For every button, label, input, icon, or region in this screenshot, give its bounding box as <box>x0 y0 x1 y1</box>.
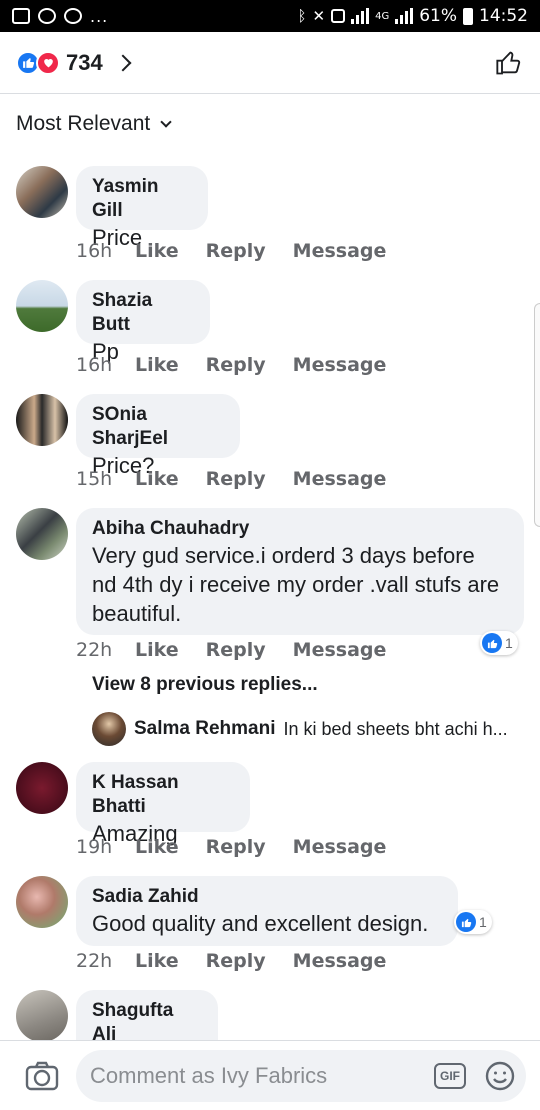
clock: 14:52 <box>479 6 528 26</box>
message-link[interactable]: Message <box>293 240 387 262</box>
gif-button[interactable]: GIF <box>434 1062 466 1089</box>
reply-text: In ki bed sheets bht achi h... <box>283 718 508 739</box>
comment-author[interactable]: Sadia Zahid <box>92 885 442 909</box>
comment-actions: 16h Like Reply Message <box>76 354 413 376</box>
like-link[interactable]: Like <box>135 950 179 972</box>
comment-reactions-badge[interactable]: 1 <box>480 631 518 655</box>
latest-reply[interactable]: Salma Rehmani In ki bed sheets bht achi … <box>92 712 522 746</box>
mute-icon: ✕ <box>312 7 326 25</box>
emoji-icon[interactable] <box>484 1060 516 1092</box>
more-notifications: ... <box>90 6 109 26</box>
message-link[interactable]: Message <box>293 639 387 661</box>
status-bar: ... ᛒ ✕ 4G 61% 14:52 <box>0 0 540 32</box>
comment-bubble[interactable]: Sadia Zahid Good quality and excellent d… <box>76 876 458 946</box>
avatar[interactable] <box>16 394 68 446</box>
comment-time: 16h <box>76 240 113 262</box>
comment-time: 22h <box>76 639 113 661</box>
comment-author[interactable]: SOnia SharjEel <box>92 403 224 451</box>
comment-bubble[interactable]: Shazia Butt Pp <box>76 280 210 364</box>
like-reaction-icon <box>482 633 502 653</box>
avatar[interactable] <box>16 990 68 1042</box>
bluetooth-icon: ᛒ <box>297 7 307 25</box>
comment-actions: 19h Like Reply Message <box>76 836 413 858</box>
reply-link[interactable]: Reply <box>206 240 266 262</box>
like-button[interactable] <box>494 48 524 78</box>
like-link[interactable]: Like <box>135 354 179 376</box>
comment-actions: 22h Like Reply Message <box>76 950 413 972</box>
reply-author[interactable]: Salma Rehmani <box>134 718 276 740</box>
comment-bubble[interactable]: SOnia SharjEel Price? <box>76 394 240 478</box>
like-link[interactable]: Like <box>135 639 179 661</box>
comment-reactions-badge[interactable]: 1 <box>454 910 492 934</box>
comment-text: Very gud service.i orderd 3 days before … <box>92 543 500 626</box>
camera-button[interactable] <box>22 1056 62 1096</box>
comment-bubble[interactable]: Abiha Chauhadry Very gud service.i order… <box>76 508 524 635</box>
message-link[interactable]: Message <box>293 468 387 490</box>
reply-link[interactable]: Reply <box>206 354 266 376</box>
cloud-icon <box>64 8 82 24</box>
comment-reaction-count: 1 <box>505 635 513 651</box>
reaction-count: 734 <box>66 49 103 75</box>
avatar[interactable] <box>16 280 68 332</box>
reply-link[interactable]: Reply <box>206 639 266 661</box>
battery-icon <box>463 7 473 25</box>
reply-link[interactable]: Reply <box>206 836 266 858</box>
comment-actions: 16h Like Reply Message <box>76 240 413 262</box>
reactions-header: 734 <box>0 32 540 94</box>
comment-time: 15h <box>76 468 113 490</box>
view-previous-replies-link[interactable]: View 8 previous replies... <box>92 674 318 696</box>
sort-dropdown[interactable]: Most Relevant <box>16 112 172 136</box>
comment-bubble[interactable]: K Hassan Bhatti Amazing <box>76 762 250 846</box>
comment-author[interactable]: Abiha Chauhadry <box>92 517 508 541</box>
chevron-down-icon <box>160 115 172 128</box>
signal-icon <box>351 8 370 24</box>
avatar[interactable] <box>16 876 68 928</box>
comment-composer: Comment as Ivy Fabrics GIF <box>0 1040 540 1110</box>
reactions-summary[interactable]: 734 <box>16 49 132 76</box>
comment-placeholder: Comment as Ivy Fabrics <box>90 1062 328 1088</box>
comment-time: 19h <box>76 836 113 858</box>
comment-actions: 15h Like Reply Message <box>76 468 413 490</box>
scrollbar[interactable] <box>534 303 540 527</box>
avatar[interactable] <box>16 166 68 218</box>
sort-label: Most Relevant <box>16 112 151 135</box>
avatar[interactable] <box>16 508 68 560</box>
comment-time: 22h <box>76 950 113 972</box>
camera-icon <box>25 1061 59 1090</box>
chevron-right-icon <box>114 54 132 71</box>
whatsapp-icon <box>38 8 56 24</box>
like-link[interactable]: Like <box>135 468 179 490</box>
signal-icon-2 <box>395 8 414 24</box>
comment-author[interactable]: Yasmin Gill <box>92 175 192 223</box>
comment-text: Good quality and excellent design. <box>92 911 429 936</box>
like-link[interactable]: Like <box>135 240 179 262</box>
reply-link[interactable]: Reply <box>206 468 266 490</box>
nfc-icon <box>331 9 346 23</box>
comment-actions: 22h Like Reply Message <box>76 639 413 661</box>
comment-time: 16h <box>76 354 113 376</box>
love-reaction-icon <box>36 50 60 75</box>
comment-reaction-count: 1 <box>479 914 487 930</box>
thumbs-up-icon <box>496 51 521 74</box>
avatar[interactable] <box>92 712 126 746</box>
avatar[interactable] <box>16 762 68 814</box>
reply-link[interactable]: Reply <box>206 950 266 972</box>
comment-author[interactable]: K Hassan Bhatti <box>92 771 234 819</box>
message-link[interactable]: Message <box>293 836 387 858</box>
message-link[interactable]: Message <box>293 950 387 972</box>
comment-input[interactable]: Comment as Ivy Fabrics GIF <box>76 1049 526 1102</box>
like-link[interactable]: Like <box>135 836 179 858</box>
comment-author[interactable]: Shazia Butt <box>92 289 194 337</box>
network-type: 4G <box>375 10 390 22</box>
gallery-icon <box>12 8 30 24</box>
comment-bubble[interactable]: Yasmin Gill Price <box>76 166 208 250</box>
battery-percent: 61% <box>419 6 457 26</box>
like-reaction-icon <box>456 912 476 932</box>
message-link[interactable]: Message <box>293 354 387 376</box>
